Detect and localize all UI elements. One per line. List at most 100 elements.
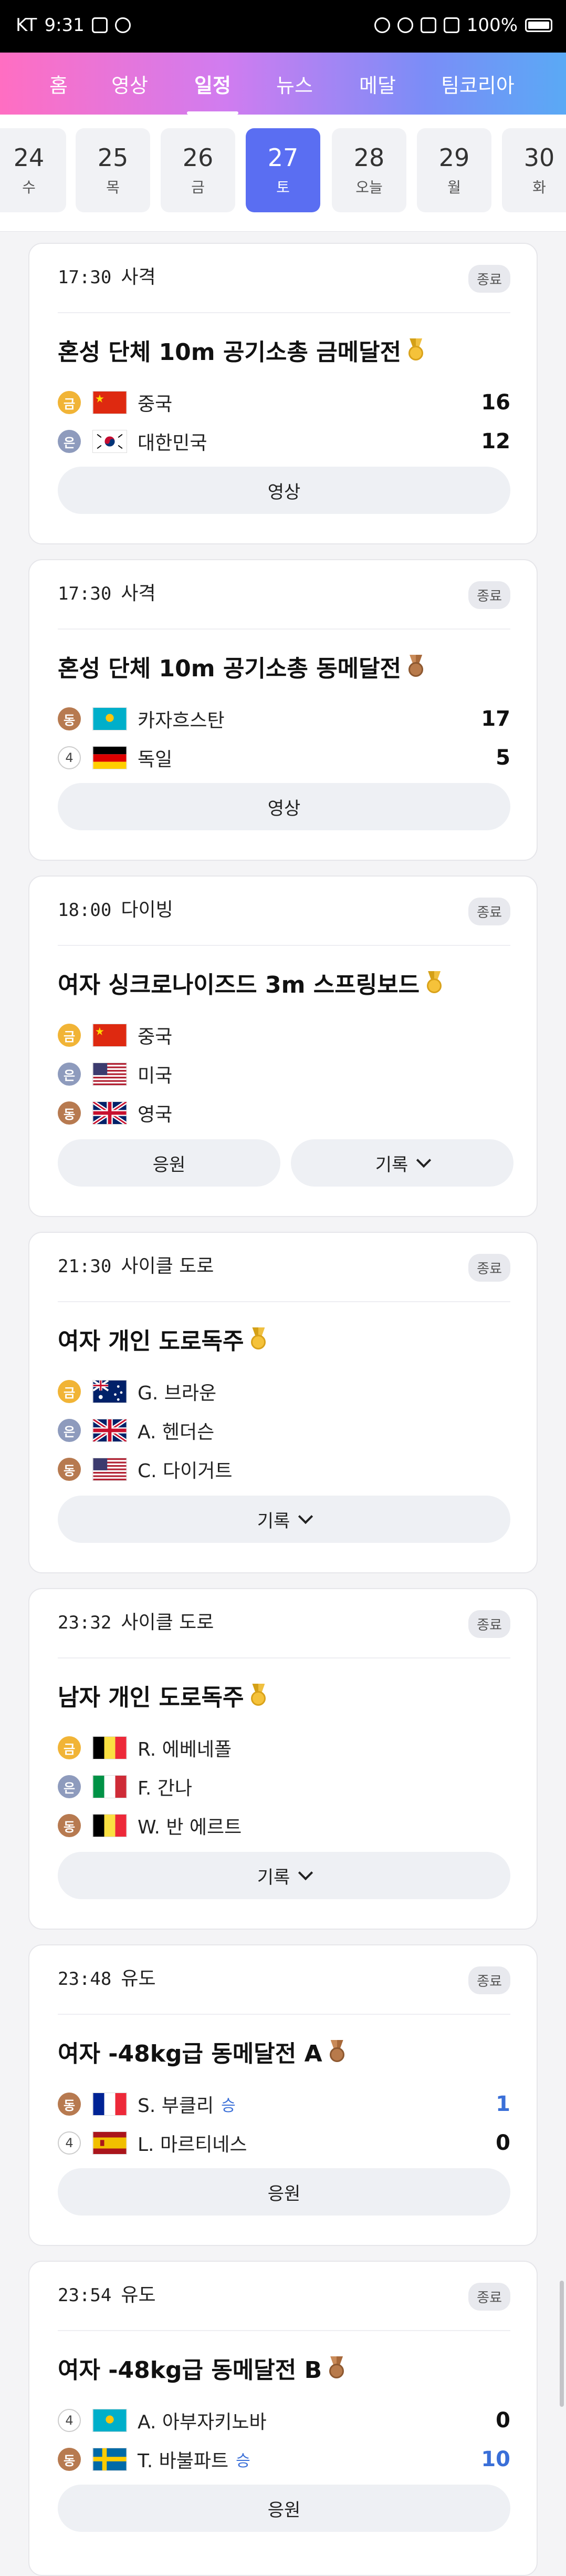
date-27-selected[interactable]: 27 토: [246, 128, 320, 212]
result-row: 동 영국: [58, 1097, 510, 1129]
cheer-button[interactable]: 응원: [58, 2485, 510, 2532]
chevron-down-icon: [416, 1152, 432, 1168]
date-24[interactable]: 24 수: [0, 128, 66, 212]
event-title: 혼성 단체 10m 공기소총 금메달전: [58, 333, 425, 367]
flag-china-icon: [92, 1024, 127, 1047]
score: 1: [496, 2092, 510, 2116]
record-button[interactable]: 기록: [58, 1852, 510, 1899]
tab-video[interactable]: 영상: [111, 53, 148, 115]
participant-name: 독일: [138, 749, 173, 770]
win-label: 승: [236, 2452, 250, 2470]
silver-medal-badge: 은: [58, 430, 81, 453]
date-selector: 24 수 25 목 26 금 27 토 28 오늘 29 월 30 화: [0, 115, 566, 232]
event-header: 23:54 유도: [58, 2284, 156, 2306]
divider: [58, 1301, 510, 1302]
flag-sweden-icon: [92, 2448, 127, 2471]
bronze-medal-badge: 동: [58, 1458, 81, 1481]
video-button[interactable]: 영상: [58, 783, 510, 830]
bronze-medal-badge: 동: [58, 2448, 81, 2471]
flag-usa-icon: [92, 1063, 127, 1086]
event-title: 여자 -48kg급 동메달전 B: [58, 2351, 346, 2385]
flag-korea-icon: [92, 430, 127, 453]
gold-medal-badge: 금: [58, 1380, 81, 1403]
status-badge: 종료: [468, 1254, 510, 1282]
participant-name: T. 바불파트: [138, 2450, 229, 2472]
record-button[interactable]: 기록: [291, 1139, 513, 1187]
score: 5: [496, 746, 510, 770]
event-card[interactable]: 23:48 유도 종료 여자 -48kg급 동메달전 A 동 S. 부클리 승 1…: [28, 1944, 538, 2246]
participant-name: G. 브라운: [138, 1383, 217, 1404]
battery-icon: [525, 18, 552, 32]
event-card[interactable]: 23:32 사이클 도로 종료 남자 개인 도로독주 금 R. 에베네폴 은 F.…: [28, 1588, 538, 1930]
event-card[interactable]: 18:00 다이빙 종료 여자 싱크로나이즈드 3m 스프링보드 금 중국 은 미…: [28, 875, 538, 1217]
result-row: 동 S. 부클리 승 1: [58, 2088, 510, 2120]
bronze-medal-icon: [327, 2356, 346, 2379]
event-card[interactable]: 21:30 사이클 도로 종료 여자 개인 도로독주 금 G. 브라운 은 A. …: [28, 1232, 538, 1573]
result-row: 4 L. 마르티네스 0: [58, 2127, 510, 2159]
silver-medal-badge: 은: [58, 1419, 81, 1442]
event-card[interactable]: 17:30 사격 종료 혼성 단체 10m 공기소총 금메달전 금 중국 16 은…: [28, 243, 538, 544]
alarm-icon: [374, 17, 390, 33]
flag-china-icon: [92, 391, 127, 414]
participant-name: R. 에베네폴: [138, 1739, 232, 1760]
date-25[interactable]: 25 목: [76, 128, 150, 212]
result-row: 동 카자흐스탄 17: [58, 703, 510, 735]
event-card[interactable]: 23:54 유도 종료 여자 -48kg급 동메달전 B 4 A. 아부자키노바 …: [28, 2261, 538, 2576]
bronze-medal-icon: [328, 2040, 347, 2063]
participant-name: A. 아부자키노바: [138, 2412, 267, 2433]
flag-australia-icon: [92, 1380, 127, 1403]
divider: [58, 945, 510, 946]
score: 17: [481, 707, 510, 731]
date-29[interactable]: 29 월: [417, 128, 491, 212]
date-28-today[interactable]: 28 오늘: [332, 128, 406, 212]
result-row: 금 G. 브라운: [58, 1376, 510, 1407]
tab-medal[interactable]: 메달: [359, 53, 396, 115]
participant-name: C. 다이거트: [138, 1460, 233, 1482]
result-row: 은 미국: [58, 1058, 510, 1090]
participant-name: L. 마르티네스: [138, 2134, 247, 2156]
tab-schedule[interactable]: 일정: [187, 53, 238, 115]
participant-name: 대한민국: [138, 432, 207, 454]
sync-icon: [114, 17, 131, 33]
video-button[interactable]: 영상: [58, 467, 510, 514]
score: 10: [481, 2447, 510, 2471]
record-button[interactable]: 기록: [58, 1496, 510, 1543]
scrollbar[interactable]: [560, 2281, 564, 2407]
participant-name: 중국: [138, 394, 173, 415]
gold-medal-icon: [406, 338, 425, 362]
flag-italy-icon: [92, 1775, 127, 1798]
date-26[interactable]: 26 금: [161, 128, 235, 212]
event-header: 23:32 사이클 도로: [58, 1612, 214, 1633]
flag-uk-icon: [92, 1101, 127, 1125]
participant-name: 중국: [138, 1026, 173, 1048]
event-title: 여자 개인 도로독주: [58, 1322, 268, 1356]
status-badge: 종료: [468, 581, 510, 609]
win-label: 승: [221, 2097, 236, 2115]
rank-badge: 4: [58, 746, 81, 769]
status-badge: 종료: [468, 1966, 510, 1994]
participant-name: A. 헨더슨: [138, 1421, 215, 1443]
rank-badge: 4: [58, 2131, 81, 2155]
event-title: 여자 싱크로나이즈드 3m 스프링보드: [58, 966, 444, 1000]
tab-news[interactable]: 뉴스: [276, 53, 313, 115]
bronze-medal-icon: [406, 655, 425, 678]
gold-medal-badge: 금: [58, 391, 81, 414]
event-card[interactable]: 17:30 사격 종료 혼성 단체 10m 공기소총 동메달전 동 카자흐스탄 1…: [28, 559, 538, 861]
event-header: 17:30 사격: [58, 266, 156, 288]
event-title: 여자 -48kg급 동메달전 A: [58, 2035, 347, 2068]
flag-usa-icon: [92, 1458, 127, 1481]
flag-france-icon: [92, 2093, 127, 2116]
flag-germany-icon: [92, 746, 127, 769]
gold-medal-badge: 금: [58, 1736, 81, 1759]
cheer-button[interactable]: 응원: [58, 2168, 510, 2216]
score: 16: [481, 390, 510, 415]
result-row: 은 F. 간나: [58, 1771, 510, 1802]
tab-team-korea[interactable]: 팀코리아: [441, 53, 515, 115]
carrier-label: KT: [16, 15, 37, 36]
score: 0: [496, 2408, 510, 2433]
result-row: 금 중국: [58, 1019, 510, 1051]
silver-medal-badge: 은: [58, 1063, 81, 1086]
date-30[interactable]: 30 화: [502, 128, 566, 212]
cheer-button[interactable]: 응원: [58, 1139, 280, 1187]
tab-home[interactable]: 홈: [49, 53, 68, 115]
